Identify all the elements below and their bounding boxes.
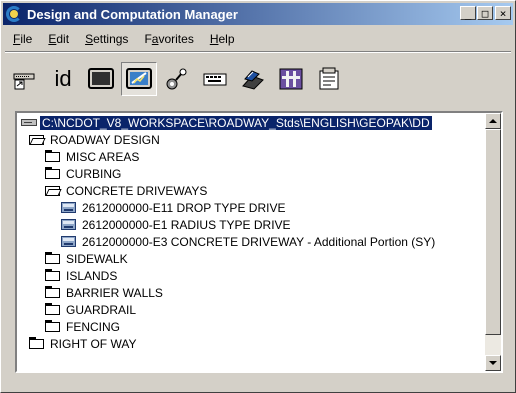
menu-favorites-label: vorites — [158, 32, 194, 46]
toolbar: id — [7, 59, 349, 99]
properties-button[interactable] — [311, 62, 347, 96]
menu-edit[interactable]: Edit — [40, 32, 77, 46]
folder-icon — [45, 167, 61, 180]
menu-favorites-prefix: F — [144, 32, 152, 46]
arrow-up-icon — [489, 119, 497, 123]
properties-icon — [319, 67, 339, 90]
title-bar[interactable]: Design and Computation Manager _ □ × — [3, 3, 513, 25]
tree-node-label: RIGHT OF WAY — [50, 336, 137, 351]
item-icon — [61, 235, 77, 248]
dcm-window: Design and Computation Manager _ □ × Fil… — [0, 0, 516, 393]
menu-settings-label: ettings — [93, 32, 129, 46]
tree-node-label: ROADWAY DESIGN — [50, 132, 160, 147]
folder-icon — [45, 303, 61, 316]
scroll-up-button[interactable] — [485, 113, 501, 129]
design-icon — [126, 68, 152, 89]
tree-node-sidewalk[interactable]: SIDEWALK — [45, 250, 130, 267]
menu-settings[interactable]: Settings — [77, 32, 136, 46]
menu-edit-label: dit — [56, 32, 70, 46]
drive-icon — [21, 116, 37, 129]
tree-item-label: 2612000000-E1 RADIUS TYPE DRIVE — [82, 217, 291, 232]
keyin-icon — [13, 73, 35, 90]
build-icon — [242, 70, 264, 90]
tree-root-label: C:\NCDOT_V8_WORKSPACE\ROADWAY_Stds\ENGLI… — [40, 115, 432, 130]
menu-bar: File Edit Settings Favorites Help — [5, 29, 243, 49]
item-icon — [61, 201, 77, 214]
tree-content: C:\NCDOT_V8_WORKSPACE\ROADWAY_Stds\ENGLI… — [17, 113, 485, 371]
folder-icon — [29, 337, 45, 350]
window-controls: _ □ × — [459, 6, 511, 20]
tree-node-islands[interactable]: ISLANDS — [45, 267, 119, 284]
tree-node-label: GUARDRAIL — [66, 302, 137, 317]
dialog-button[interactable] — [159, 62, 195, 96]
tree-item-label: 2612000000-E11 DROP TYPE DRIVE — [82, 200, 286, 215]
tree-item-e3[interactable]: 2612000000-E3 CONCRETE DRIVEWAY - Additi… — [61, 233, 437, 250]
menu-file-label: ile — [20, 32, 33, 46]
display-icon — [88, 68, 114, 89]
dialog-icon — [166, 68, 187, 90]
minimize-button[interactable]: _ — [460, 6, 476, 20]
arrow-down-icon — [489, 361, 497, 365]
tree-node-label: SIDEWALK — [66, 251, 128, 266]
tree-root-node[interactable]: C:\NCDOT_V8_WORKSPACE\ROADWAY_Stds\ENGLI… — [21, 114, 432, 131]
menu-settings-mnemonic: S — [85, 32, 94, 46]
scroll-thumb[interactable] — [485, 129, 501, 335]
tree-node-label: ISLANDS — [66, 268, 118, 283]
folder-open-icon — [45, 184, 62, 197]
tree-node-label: FENCING — [66, 319, 120, 334]
build-button[interactable] — [235, 62, 271, 96]
tree-node-label: BARRIER WALLS — [66, 285, 163, 300]
folder-icon — [45, 252, 61, 265]
tree-node-curbing[interactable]: CURBING — [45, 165, 123, 182]
keyin-button[interactable] — [7, 62, 43, 96]
design-button[interactable] — [121, 62, 157, 96]
folder-icon — [45, 286, 61, 299]
tree-node-label: CONCRETE DRIVEWAYS — [66, 183, 208, 198]
app-icon[interactable] — [5, 5, 23, 23]
vertical-scrollbar[interactable] — [485, 113, 501, 371]
folder-icon — [45, 269, 61, 282]
scroll-down-button[interactable] — [485, 355, 501, 371]
close-button[interactable]: × — [495, 6, 511, 20]
menu-separator — [5, 51, 511, 53]
place-button[interactable] — [273, 62, 309, 96]
folder-open-icon — [29, 133, 46, 146]
keyboard-button[interactable] — [197, 62, 233, 96]
maximize-button[interactable]: □ — [477, 6, 493, 20]
tree-node-roadway-design[interactable]: ROADWAY DESIGN — [29, 131, 162, 148]
menu-file[interactable]: File — [5, 32, 40, 46]
tree-item-e11[interactable]: 2612000000-E11 DROP TYPE DRIVE — [61, 199, 287, 216]
menu-help[interactable]: Help — [202, 32, 243, 46]
tree-item-label: 2612000000-E3 CONCRETE DRIVEWAY - Additi… — [82, 234, 436, 249]
item-icon — [61, 218, 77, 231]
id-button[interactable]: id — [45, 62, 81, 96]
display-button[interactable] — [83, 62, 119, 96]
tree-node-right-of-way[interactable]: RIGHT OF WAY — [29, 335, 138, 352]
id-icon: id — [54, 66, 72, 91]
window-title: Design and Computation Manager — [27, 6, 238, 22]
place-icon — [279, 68, 303, 90]
folder-icon — [45, 320, 61, 333]
keyboard-icon — [203, 73, 227, 86]
category-tree[interactable]: C:\NCDOT_V8_WORKSPACE\ROADWAY_Stds\ENGLI… — [15, 111, 503, 373]
tree-node-fencing[interactable]: FENCING — [45, 318, 122, 335]
tree-item-e1[interactable]: 2612000000-E1 RADIUS TYPE DRIVE — [61, 216, 293, 233]
tree-node-barrier-walls[interactable]: BARRIER WALLS — [45, 284, 165, 301]
menu-help-label: elp — [218, 32, 235, 46]
tree-node-concrete-driveways[interactable]: CONCRETE DRIVEWAYS — [45, 182, 209, 199]
menu-favorites[interactable]: Favorites — [136, 32, 201, 46]
tree-node-misc-areas[interactable]: MISC AREAS — [45, 148, 141, 165]
tree-node-guardrail[interactable]: GUARDRAIL — [45, 301, 138, 318]
tree-node-label: MISC AREAS — [66, 149, 140, 164]
folder-icon — [45, 150, 61, 163]
tree-node-label: CURBING — [66, 166, 122, 181]
